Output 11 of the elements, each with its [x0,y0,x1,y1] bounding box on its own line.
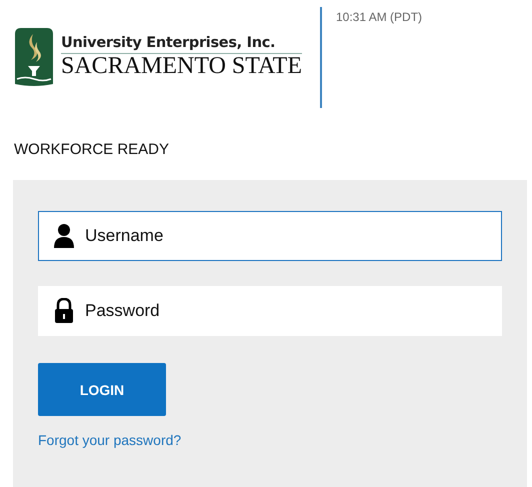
username-field[interactable]: Username [38,211,502,261]
time-text: 10:31 AM (PDT) [336,10,422,24]
torch-logo-icon [13,26,55,88]
password-field[interactable]: Password [38,286,502,336]
forgot-password-link[interactable]: Forgot your password? [38,432,182,448]
person-icon [54,223,74,249]
login-button[interactable]: LOGIN [38,363,166,416]
page-title: WORKFORCE READY [14,141,170,158]
logo-text: University Enterprises, Inc. [61,34,302,54]
logo-text: SACRAMENTO STATE [61,54,302,80]
lock-icon [54,298,74,324]
